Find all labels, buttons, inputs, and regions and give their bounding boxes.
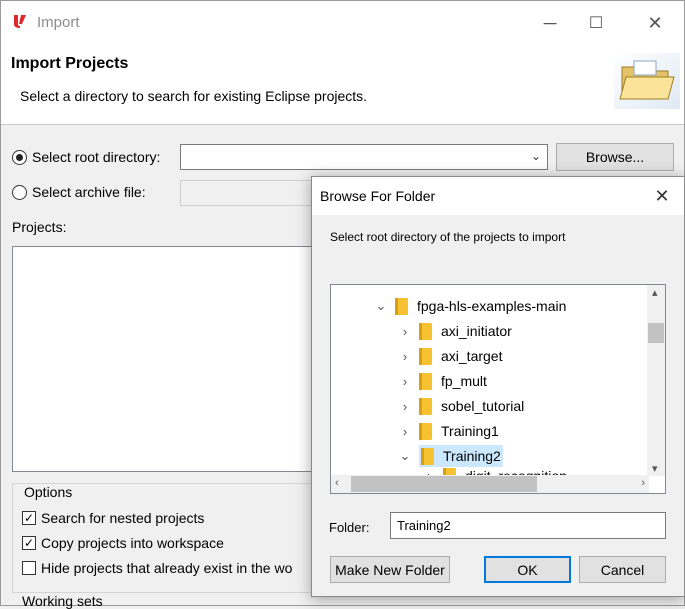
working-sets-label: Working sets [22, 593, 103, 609]
archive-file-field[interactable] [180, 180, 320, 206]
window-title: Import [37, 14, 80, 31]
option-label: Search for nested projects [41, 510, 205, 526]
folder-icon [419, 372, 432, 390]
hide-existing-projects-checkbox[interactable]: Hide projects that already exist in the … [22, 560, 292, 576]
root-directory-combo[interactable]: ⌄ [180, 144, 548, 170]
close-button[interactable]: ✕ [637, 9, 673, 37]
wizard-banner: Import Projects Select a directory to se… [1, 45, 684, 125]
chevron-right-icon[interactable]: › [397, 349, 413, 364]
chevron-right-icon[interactable]: › [397, 374, 413, 389]
tree-node[interactable]: › sobel_tutorial [397, 395, 524, 417]
folder-icon [419, 397, 432, 415]
copy-projects-checkbox[interactable]: ✓ Copy projects into workspace [22, 535, 224, 551]
chevron-right-icon[interactable]: › [397, 324, 413, 339]
tree-node-label: Training2 [443, 448, 501, 464]
folder-icon [419, 422, 432, 440]
checkmark-icon: ✓ [22, 536, 36, 550]
chevron-down-icon[interactable]: ⌄ [373, 298, 389, 314]
tree-node-label: axi_initiator [441, 323, 512, 339]
browse-for-folder-dialog: Browse For Folder ✕ Select root director… [311, 176, 685, 597]
chevron-right-icon[interactable]: › [397, 424, 413, 439]
folder-label: Folder: [329, 520, 370, 535]
app-logo-icon [14, 15, 26, 28]
vertical-scroll-thumb[interactable] [648, 323, 664, 343]
select-archive-file-radio[interactable]: Select archive file: [12, 184, 146, 200]
tree-node-label: Training1 [441, 423, 499, 439]
title-bar[interactable]: Import ─ ☐ ✕ [1, 1, 684, 45]
dialog-title-bar[interactable]: Browse For Folder ✕ [312, 177, 684, 215]
projects-list[interactable] [12, 246, 322, 472]
checkbox-empty-icon [22, 561, 36, 575]
scroll-right-icon[interactable]: › [641, 477, 645, 489]
tree-node[interactable]: › Training1 [397, 420, 499, 442]
select-root-directory-radio[interactable]: Select root directory: [12, 149, 160, 165]
selection-highlight: Training2 [419, 445, 503, 467]
tree-node-label: fpga-hls-examples-main [417, 298, 567, 314]
dialog-close-button[interactable]: ✕ [648, 184, 676, 208]
tree-node[interactable]: › axi_initiator [397, 320, 512, 342]
tree-node-label: fp_mult [441, 373, 487, 389]
minimize-button[interactable]: ─ [532, 9, 568, 37]
horizontal-scroll-thumb[interactable] [351, 476, 537, 492]
option-label: Hide projects that already exist in the … [41, 560, 293, 576]
make-new-folder-button[interactable]: Make New Folder [330, 556, 450, 583]
dialog-title: Browse For Folder [320, 188, 436, 204]
page-description: Select a directory to search for existin… [20, 88, 368, 104]
folder-tree[interactable]: ⌄ fpga-hls-examples-main › axi_initiator… [330, 284, 666, 494]
folder-input[interactable]: Training2 [390, 512, 666, 539]
maximize-button[interactable]: ☐ [578, 9, 614, 37]
scroll-down-icon[interactable]: ▾ [652, 462, 658, 475]
horizontal-scrollbar[interactable]: ‹ › [331, 475, 649, 493]
tree-node[interactable]: › axi_target [397, 345, 502, 367]
vertical-scrollbar[interactable]: ▴ ▾ [647, 285, 665, 476]
page-title: Import Projects [11, 55, 129, 72]
radio-unselected-icon [12, 184, 27, 200]
folder-icon [419, 347, 432, 365]
root-directory-label: Select root directory: [32, 149, 161, 165]
scroll-up-icon[interactable]: ▴ [652, 286, 658, 299]
options-title: Options [22, 484, 75, 500]
chevron-right-icon[interactable]: › [397, 399, 413, 414]
projects-label: Projects: [12, 219, 67, 235]
search-nested-projects-checkbox[interactable]: ✓ Search for nested projects [22, 510, 204, 526]
option-label: Copy projects into workspace [41, 535, 224, 551]
chevron-down-icon[interactable]: ⌄ [531, 149, 541, 163]
cancel-button[interactable]: Cancel [579, 556, 666, 583]
browse-button[interactable]: Browse... [556, 143, 674, 171]
tree-node-label: sobel_tutorial [441, 398, 525, 414]
folder-icon [395, 297, 408, 315]
folder-icon [419, 322, 432, 340]
archive-file-label: Select archive file: [32, 184, 146, 200]
scroll-left-icon[interactable]: ‹ [335, 477, 339, 489]
folder-import-icon [614, 53, 680, 109]
radio-selected-icon [12, 149, 27, 165]
tree-node[interactable]: ⌄ fpga-hls-examples-main [373, 295, 566, 317]
tree-node-label: axi_target [441, 348, 503, 364]
chevron-down-icon[interactable]: ⌄ [397, 448, 413, 464]
tree-node-selected[interactable]: ⌄ Training2 [397, 445, 503, 467]
tree-node[interactable]: › fp_mult [397, 370, 487, 392]
ok-button[interactable]: OK [484, 556, 571, 583]
dialog-instruction: Select root directory of the projects to… [330, 230, 566, 244]
folder-icon [421, 447, 434, 465]
checkmark-icon: ✓ [22, 511, 36, 525]
